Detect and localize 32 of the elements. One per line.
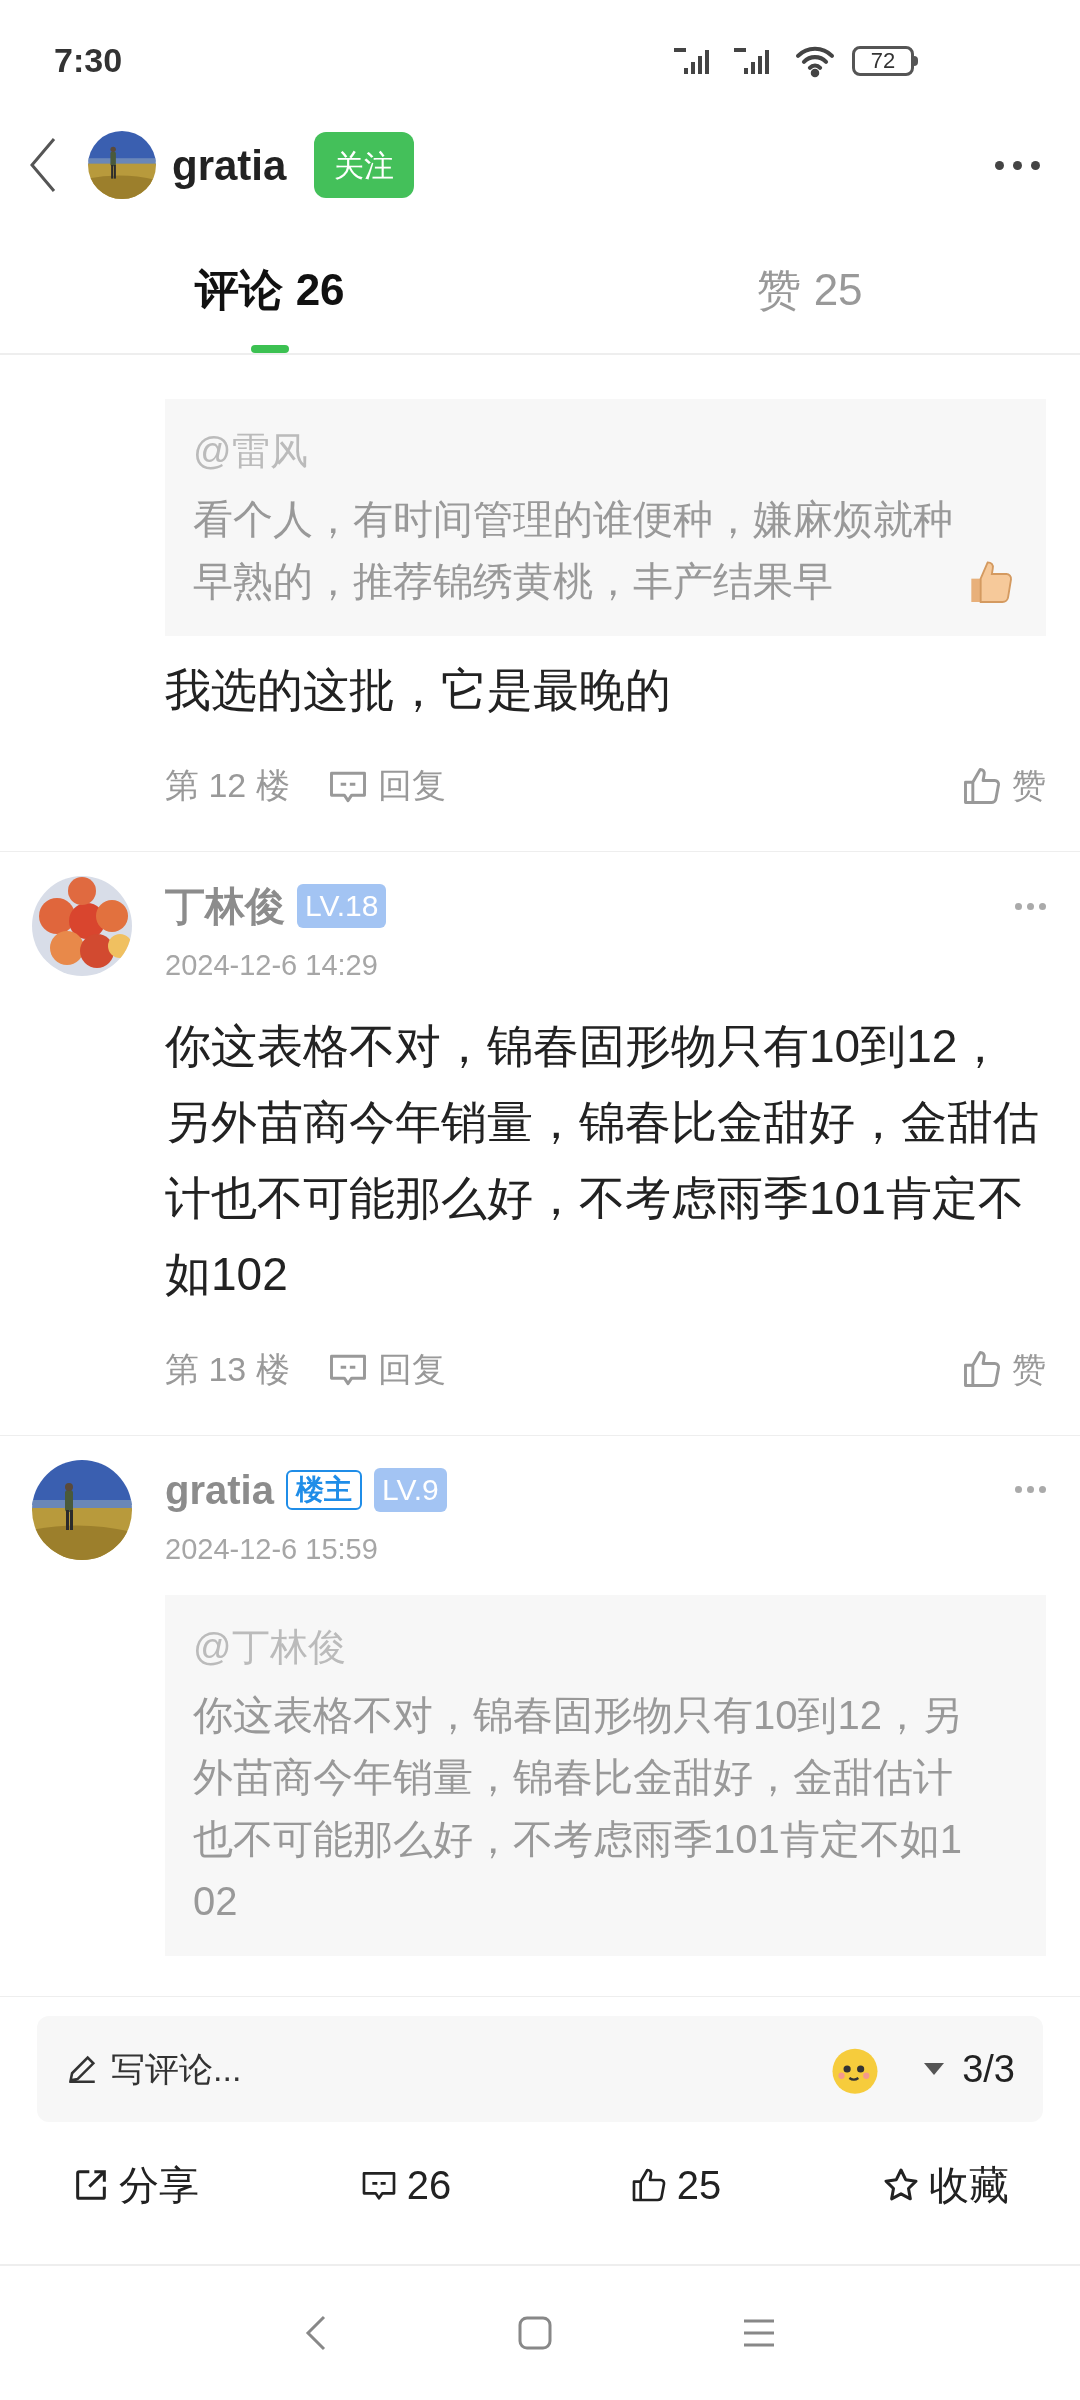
comment-text: 你这表格不对，锦春固形物只有10到12，另外苗商今年销量，锦春比金甜好，金甜估计也不可能那么好，不考虑雨季101肯定不如102: [165, 1018, 1040, 1302]
like-button[interactable]: 25: [540, 2155, 810, 2215]
share-button[interactable]: 分享: [0, 2155, 270, 2215]
username: 丁林俊: [165, 883, 285, 930]
comment-text: 我选的这批，它是最晚的: [165, 663, 672, 718]
nav-back-button[interactable]: [304, 2313, 328, 2353]
favorite-button[interactable]: 收藏: [810, 2155, 1080, 2215]
quoted-text: 看个人，有时间管理的谁便种，嫌麻烦就种早熟的，推荐锦绣黄桃，丰产结果早: [193, 496, 954, 605]
level-badge: LV.18: [297, 884, 387, 928]
comment-button[interactable]: 26: [270, 2155, 540, 2215]
header-username: gratia: [172, 140, 287, 191]
tab[interactable]: 评论 26: [0, 205, 540, 353]
quoted-text: 你这表格不对，锦春固形物只有10到12，另外苗商今年销量，锦春比金甜好，金甜估计也不可能那么好，不考虑雨季101肯定不如102: [193, 1692, 963, 1925]
more-button[interactable]: [995, 160, 1040, 170]
quoted-mention: @雷风: [193, 429, 309, 474]
nav-menu-button[interactable]: [742, 2318, 776, 2348]
more-icon[interactable]: [1015, 902, 1046, 910]
comment-date: 2024-12-6 15:59: [165, 1531, 379, 1567]
dropdown-icon: [922, 2061, 947, 2077]
comment-date: 2024-12-6 14:29: [165, 948, 379, 983]
nav-home-button[interactable]: [518, 2316, 552, 2350]
status-time: 7:30: [54, 40, 123, 81]
username: gratia: [165, 1466, 274, 1514]
page-indicator[interactable]: 3/3: [962, 2040, 1015, 2098]
level-badge: LV.9: [373, 1467, 447, 1512]
more-icon[interactable]: [1015, 1486, 1046, 1493]
battery-indicator: 72: [852, 45, 918, 76]
floor-number: 第 13 楼: [165, 1348, 290, 1390]
quoted-mention: @丁林俊: [193, 1625, 347, 1670]
owner-badge: 楼主: [285, 1469, 362, 1510]
floor-number: 第 12 楼: [165, 765, 290, 806]
comment-input[interactable]: 写评论... 3/3: [37, 2016, 1043, 2122]
